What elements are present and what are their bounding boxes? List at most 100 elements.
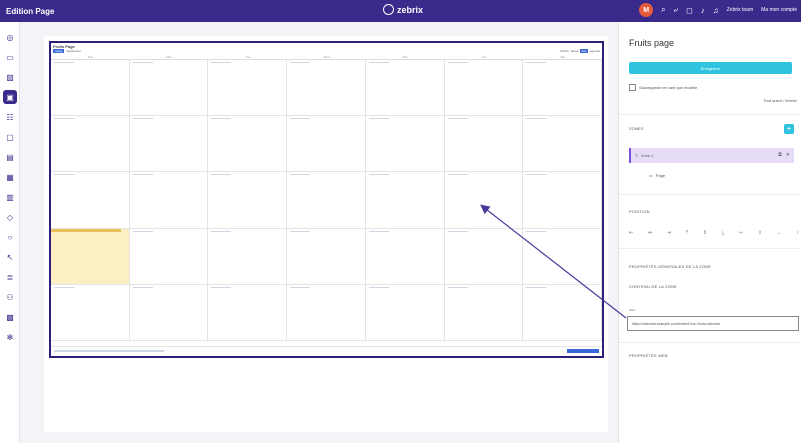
team-link[interactable]: Zebrix team <box>727 7 753 13</box>
calendar-day-cell[interactable] <box>208 284 288 341</box>
calendar-day-cell[interactable] <box>444 172 524 229</box>
delete-icon[interactable]: ✕ <box>786 152 790 158</box>
align-right-icon[interactable]: ⇥ <box>667 230 671 236</box>
url-input[interactable]: https://calendar.example.com/embed?src=f… <box>627 316 799 331</box>
day-number <box>51 228 121 232</box>
calendar-day-cell[interactable] <box>287 284 366 341</box>
playlist-icon[interactable]: ▤ <box>3 150 17 164</box>
layout-icon[interactable]: ☷ <box>3 110 17 124</box>
save-button[interactable]: Enregistrer <box>629 62 792 74</box>
day-number <box>54 286 74 288</box>
web-props-toggle[interactable]: PROPRIÉTÉS WEB <box>629 353 668 358</box>
footer-button[interactable] <box>567 349 599 353</box>
users-icon[interactable]: ⚇ <box>3 290 17 304</box>
calendar-day-cell[interactable] <box>523 172 602 229</box>
calendar-day-cell[interactable] <box>523 284 602 341</box>
list-icon[interactable]: ≣ <box>3 270 17 284</box>
monitor-icon[interactable]: ▭ <box>3 50 17 64</box>
view-week[interactable]: Week <box>571 49 579 53</box>
sub-zone-item[interactable]: ▭ Page <box>649 173 665 178</box>
calendar-day-cell[interactable] <box>51 172 130 229</box>
template-checkbox[interactable] <box>629 84 636 91</box>
calendar-day-cell[interactable] <box>365 172 445 229</box>
drag-handle-icon[interactable]: ⠿ <box>635 153 638 158</box>
zone-content-toggle[interactable]: CONTENU DE LA ZONE <box>629 284 677 289</box>
calendar-day-cell[interactable] <box>129 228 209 285</box>
distribute-h-icon[interactable]: ⇿ <box>739 230 743 236</box>
calendar-day-cell[interactable] <box>51 116 130 173</box>
expand-collapse-link[interactable]: Tout ouvrir / fermer <box>763 98 797 103</box>
calendar-day-cell[interactable] <box>444 228 524 285</box>
calendar-day-cell[interactable] <box>444 60 524 117</box>
dashboard-icon[interactable]: ◎ <box>3 30 17 44</box>
add-zone-button[interactable]: + <box>784 124 794 134</box>
view-agenda[interactable]: Agenda <box>590 49 600 53</box>
align-center-icon[interactable]: ⇹ <box>648 230 652 236</box>
calendar-day-cell[interactable] <box>365 284 445 341</box>
calendar-day-cell[interactable] <box>129 60 209 117</box>
calendar-icon[interactable]: ▦ <box>3 170 17 184</box>
calendar-day-cell[interactable] <box>51 284 130 341</box>
today-button[interactable]: today <box>53 49 65 53</box>
calendar-day-cell[interactable] <box>444 116 524 173</box>
calendar-day-cell[interactable] <box>208 172 288 229</box>
calendar-day-cell[interactable] <box>287 228 366 285</box>
avatar[interactable]: M <box>639 3 654 17</box>
calendar-nav: today September <box>53 49 81 53</box>
align-bottom-icon[interactable]: ⤓ <box>722 230 724 236</box>
weekday: Sat <box>560 55 565 59</box>
calendar-day-cell[interactable] <box>523 60 602 117</box>
calendar-day-cell[interactable] <box>287 172 366 229</box>
calendar-day-cell[interactable] <box>365 60 445 117</box>
bookmark-icon[interactable]: ◻ <box>686 6 693 15</box>
calendar-day-cell[interactable] <box>523 228 602 285</box>
search-icon[interactable]: ⌕ <box>661 5 665 15</box>
grid-icon[interactable]: ▥ <box>3 190 17 204</box>
brand-logo[interactable]: zebrix <box>383 4 423 15</box>
calendar-day-cell[interactable] <box>208 228 288 285</box>
calendar-day-cell[interactable] <box>51 228 130 285</box>
align-middle-icon[interactable]: ⇕ <box>703 230 707 236</box>
notification-icon[interactable]: ♫ <box>713 6 719 15</box>
image-icon[interactable]: ▨ <box>3 70 17 84</box>
calendar-day-cell[interactable] <box>444 284 524 341</box>
page-icon[interactable]: ▣ <box>3 90 17 104</box>
calendar-day-cell[interactable] <box>365 228 445 285</box>
calendar-day-cell[interactable] <box>365 116 445 173</box>
view-day[interactable]: Day <box>580 49 588 53</box>
duplicate-icon[interactable]: ⧉ <box>778 152 782 158</box>
calendar-day-cell[interactable] <box>129 116 209 173</box>
table-icon[interactable]: ▩ <box>3 310 17 324</box>
calendar-day-cell[interactable] <box>523 116 602 173</box>
zone-item[interactable]: ⠿ Zone 1 ⧉ ✕ <box>629 148 794 163</box>
fullheight-icon[interactable]: ↕ <box>796 230 799 236</box>
tag-icon[interactable]: ◇ <box>3 210 17 224</box>
fullwidth-icon[interactable]: ↔ <box>777 230 782 236</box>
position-section-toggle[interactable]: POSITION <box>629 209 650 214</box>
content-type-label: Web <box>629 308 636 312</box>
calendar-day-cell[interactable] <box>208 60 288 117</box>
circle-icon[interactable]: ○ <box>3 230 17 244</box>
calendar-day-cell[interactable] <box>287 116 366 173</box>
share-icon[interactable]: ⤶ <box>674 5 678 15</box>
widget-icon[interactable]: ▢ <box>3 130 17 144</box>
calendar-day-cell[interactable] <box>51 60 130 117</box>
tools-icon[interactable]: ↖ <box>3 250 17 264</box>
calendar-day-cell[interactable] <box>287 60 366 117</box>
settings-icon[interactable]: ✻ <box>3 330 17 344</box>
calendar-day-cell[interactable] <box>129 172 209 229</box>
company-link[interactable]: Ma mon compte <box>761 7 797 13</box>
calendar-grid <box>51 60 602 341</box>
bell-icon[interactable]: ♪ <box>701 6 705 15</box>
day-number <box>368 62 389 63</box>
align-top-icon[interactable]: ⤒ <box>686 230 688 236</box>
template-checkbox-row[interactable]: Sauvegarder en tant que modèle <box>629 84 697 91</box>
brand-name: zebrix <box>397 4 424 15</box>
calendar-day-cell[interactable] <box>208 116 288 173</box>
distribute-v-icon[interactable]: ⇳ <box>758 230 762 236</box>
calendar-day-cell[interactable] <box>129 284 209 341</box>
general-props-toggle[interactable]: PROPRIÉTÉS GÉNÉRALES DE LA ZONE <box>629 264 711 269</box>
view-month[interactable]: Month <box>560 49 568 53</box>
align-left-icon[interactable]: ⇤ <box>629 230 633 236</box>
calendar-zone[interactable]: Fruits Page today September Month Week D… <box>49 41 604 358</box>
